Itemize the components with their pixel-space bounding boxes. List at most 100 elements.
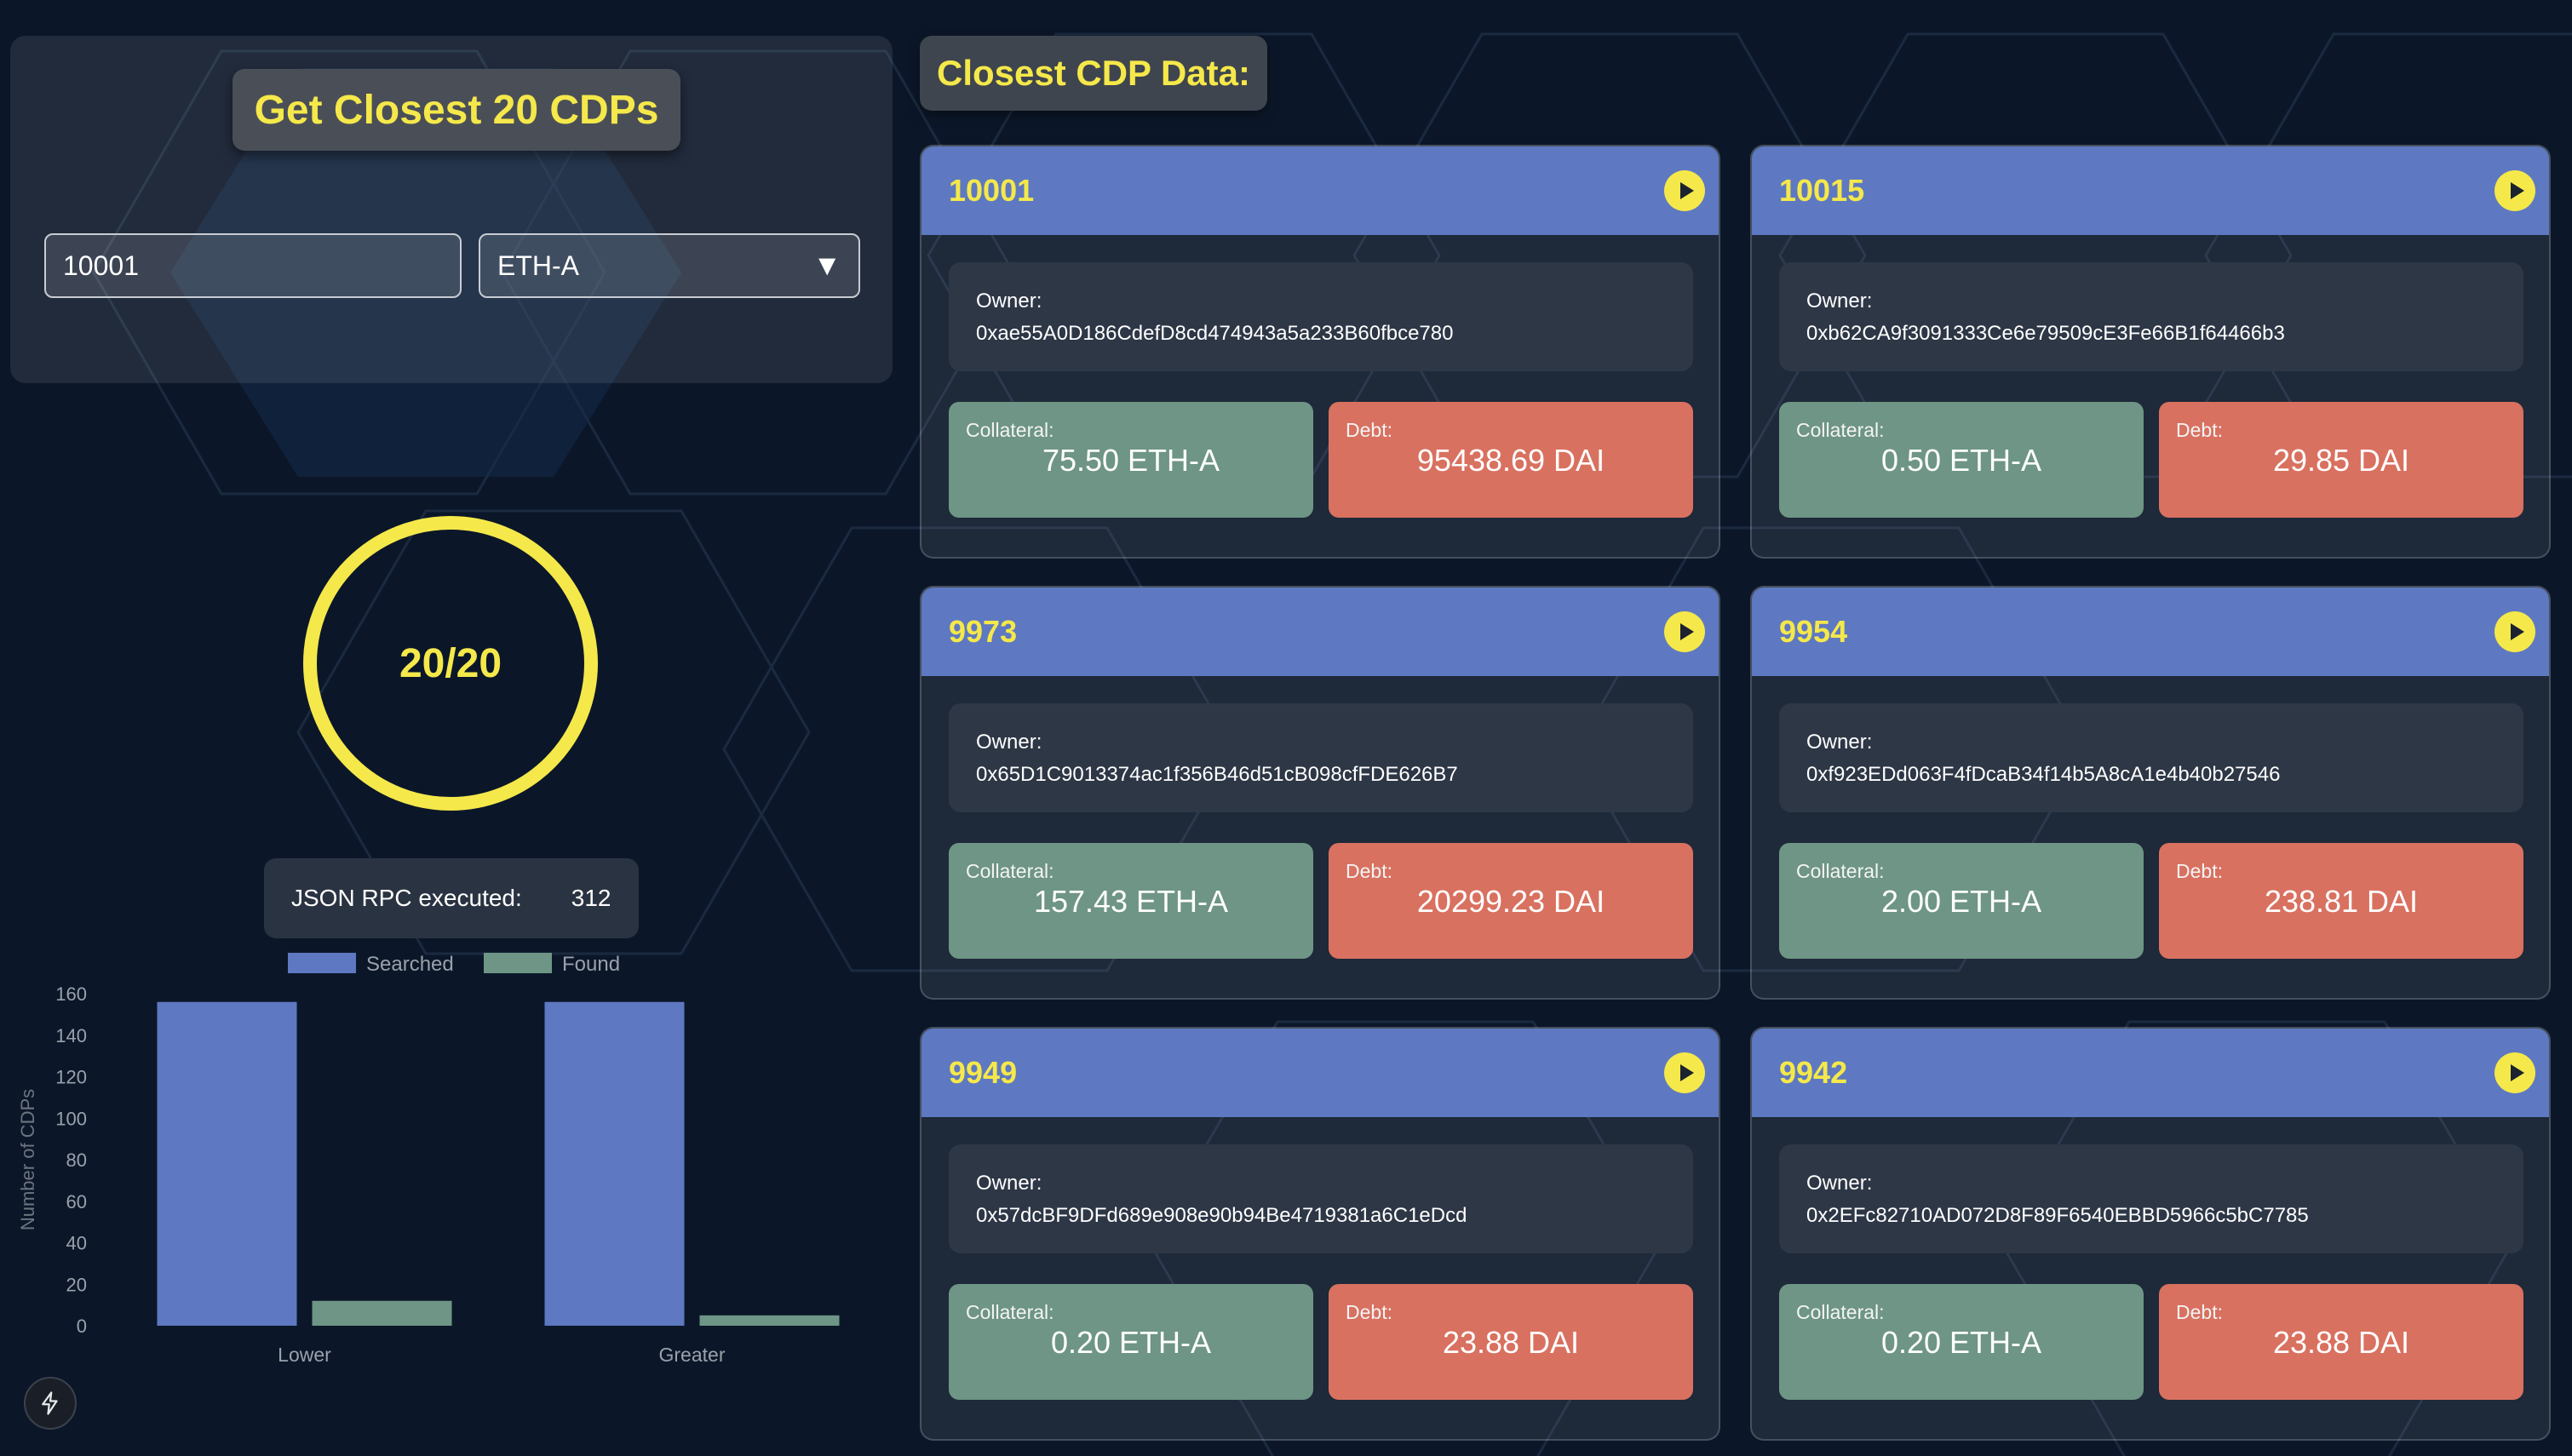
y-tick-label: 120	[55, 1067, 87, 1088]
cdp-id: 10015	[1779, 173, 1865, 208]
debt-value: 23.88 DAI	[1442, 1325, 1580, 1360]
collateral-box: Collateral: 157.43 ETH-A	[949, 843, 1313, 959]
owner-label: Owner:	[976, 731, 1042, 754]
bar-searched-lower	[157, 1001, 297, 1326]
owner-label: Owner:	[1806, 1172, 1873, 1195]
legend-label-found: Found	[562, 953, 620, 976]
cdp-card: 10001 Owner: 0xae55A0D186CdefD8cd474943a5a…	[920, 145, 1720, 559]
y-axis-title: Number of CDPs	[17, 1089, 38, 1230]
owner-box: Owner: 0xb62CA9f3091333Ce6e79509cE3Fe66B1…	[1779, 262, 2523, 371]
play-button[interactable]	[1664, 1052, 1705, 1093]
owner-address: 0xae55A0D186CdefD8cd474943a5a233B60fbce7…	[976, 322, 1454, 345]
collateral-value: 0.20 ETH-A	[1880, 1325, 2042, 1360]
debt-box: Debt: 238.81 DAI	[2159, 843, 2523, 959]
cdp-id: 9954	[1779, 614, 1848, 649]
play-icon	[1680, 623, 1694, 640]
collateral-label: Collateral:	[966, 860, 1054, 882]
cdp-card: 10015 Owner: 0xb62CA9f3091333Ce6e79509cE3F…	[1750, 145, 2551, 559]
debt-value: 23.88 DAI	[2272, 1325, 2410, 1360]
collateral-type-selected-value: ETH-A	[497, 249, 579, 281]
cdp-id-input[interactable]	[44, 233, 462, 298]
collateral-value: 75.50 ETH-A	[1042, 443, 1220, 478]
debt-value: 238.81 DAI	[2264, 884, 2419, 919]
collateral-type-select[interactable]: ETH-A ▼	[479, 233, 860, 298]
y-tick-label: 140	[55, 1025, 87, 1046]
bar-searched-greater	[544, 1001, 685, 1326]
get-closest-cdps-button[interactable]: Get Closest 20 CDPs	[233, 69, 680, 151]
play-icon	[2511, 1064, 2524, 1081]
cdp-card: 9954 Owner: 0xf923EDd063F4fDcaB34f14b5A8cA…	[1750, 586, 2551, 1000]
cdp-card-header: 10001	[921, 146, 1719, 235]
y-tick-label: 0	[77, 1316, 87, 1337]
collateral-value: 0.20 ETH-A	[1050, 1325, 1212, 1360]
cdp-card-header: 10015	[1752, 146, 2549, 235]
owner-label: Owner:	[1806, 731, 1873, 754]
debt-label: Debt:	[1346, 419, 1392, 441]
owner-box: Owner: 0xf923EDd063F4fDcaB34f14b5A8cA1e4b…	[1779, 703, 2523, 812]
owner-address: 0xf923EDd063F4fDcaB34f14b5A8cA1e4b40b275…	[1806, 763, 2281, 786]
cdp-id: 9942	[1779, 1055, 1848, 1090]
bar-found-greater	[699, 1315, 840, 1326]
cdp-card-header: 9954	[1752, 588, 2549, 676]
play-icon	[1680, 182, 1694, 199]
flash-button[interactable]	[24, 1377, 77, 1430]
collateral-box: Collateral: 0.20 ETH-A	[1779, 1284, 2144, 1400]
play-icon	[1680, 1064, 1694, 1081]
owner-address: 0x2EFc82710AD072D8F89F6540EBBD5966c5bC77…	[1806, 1204, 2309, 1227]
collateral-label: Collateral:	[966, 1301, 1054, 1323]
debt-box: Debt: 29.85 DAI	[2159, 402, 2523, 518]
debt-box: Debt: 23.88 DAI	[2159, 1284, 2523, 1400]
y-tick-label: 60	[66, 1191, 87, 1212]
play-icon	[2511, 623, 2524, 640]
cdp-id: 9973	[949, 614, 1018, 649]
cdp-card: 9949 Owner: 0x57dcBF9DFd689e908e90b94Be471…	[920, 1027, 1720, 1441]
cdp-card: 9973 Owner: 0x65D1C9013374ac1f356B46d51cB0…	[920, 586, 1720, 1000]
legend-label-searched: Searched	[366, 953, 454, 976]
y-tick-label: 100	[55, 1108, 87, 1129]
play-button[interactable]	[2494, 170, 2535, 211]
collateral-value: 2.00 ETH-A	[1880, 884, 2042, 919]
debt-box: Debt: 95438.69 DAI	[1329, 402, 1693, 518]
rpc-counter-label: JSON RPC executed:	[291, 885, 522, 911]
cdp-card-header: 9973	[921, 588, 1719, 676]
play-button[interactable]	[2494, 611, 2535, 652]
collateral-value: 0.50 ETH-A	[1880, 443, 2042, 478]
debt-box: Debt: 23.88 DAI	[1329, 1284, 1693, 1400]
cdp-id: 10001	[949, 173, 1035, 208]
owner-box: Owner: 0x2EFc82710AD072D8F89F6540EBBD5966…	[1779, 1144, 2523, 1253]
collateral-box: Collateral: 0.20 ETH-A	[949, 1284, 1313, 1400]
play-button[interactable]	[1664, 170, 1705, 211]
cdp-card-header: 9949	[921, 1029, 1719, 1117]
cdp-card: 9942 Owner: 0x2EFc82710AD072D8F89F6540EBBD…	[1750, 1027, 2551, 1441]
collateral-box: Collateral: 0.50 ETH-A	[1779, 402, 2144, 518]
rpc-counter: JSON RPC executed: 312	[264, 858, 639, 938]
y-tick-label: 80	[66, 1149, 87, 1171]
collateral-label: Collateral:	[966, 419, 1054, 441]
flash-icon	[42, 1391, 58, 1415]
y-tick-label: 20	[66, 1274, 87, 1295]
play-button[interactable]	[1664, 611, 1705, 652]
collateral-value: 157.43 ETH-A	[1033, 884, 1229, 919]
debt-box: Debt: 20299.23 DAI	[1329, 843, 1693, 959]
debt-value: 29.85 DAI	[2272, 443, 2410, 478]
owner-label: Owner:	[976, 289, 1042, 312]
collateral-box: Collateral: 75.50 ETH-A	[949, 402, 1313, 518]
cdp-card-header: 9942	[1752, 1029, 2549, 1117]
debt-label: Debt:	[2176, 419, 2223, 441]
cdp-search-chart: 0 20 40 60 80 100 120 140 160 Number of CDPs Lower…	[17, 953, 840, 1366]
bar-found-lower	[312, 1300, 452, 1326]
play-button[interactable]	[2494, 1052, 2535, 1093]
results-title: Closest CDP Data:	[920, 36, 1267, 111]
owner-address: 0x65D1C9013374ac1f356B46d51cB098cfFDE626…	[976, 763, 1458, 786]
progress-count: 20/20	[399, 640, 502, 686]
caret-down-icon: ▼	[812, 249, 841, 282]
owner-label: Owner:	[1806, 289, 1873, 312]
collateral-box: Collateral: 2.00 ETH-A	[1779, 843, 2144, 959]
cdp-id: 9949	[949, 1055, 1018, 1090]
x-tick-label: Lower	[278, 1344, 331, 1366]
x-tick-label: Greater	[659, 1344, 726, 1366]
y-tick-label: 160	[55, 983, 87, 1005]
collateral-label: Collateral:	[1796, 860, 1885, 882]
search-panel: Get Closest 20 CDPs ETH-A ▼	[10, 36, 893, 383]
collateral-label: Collateral:	[1796, 1301, 1885, 1323]
